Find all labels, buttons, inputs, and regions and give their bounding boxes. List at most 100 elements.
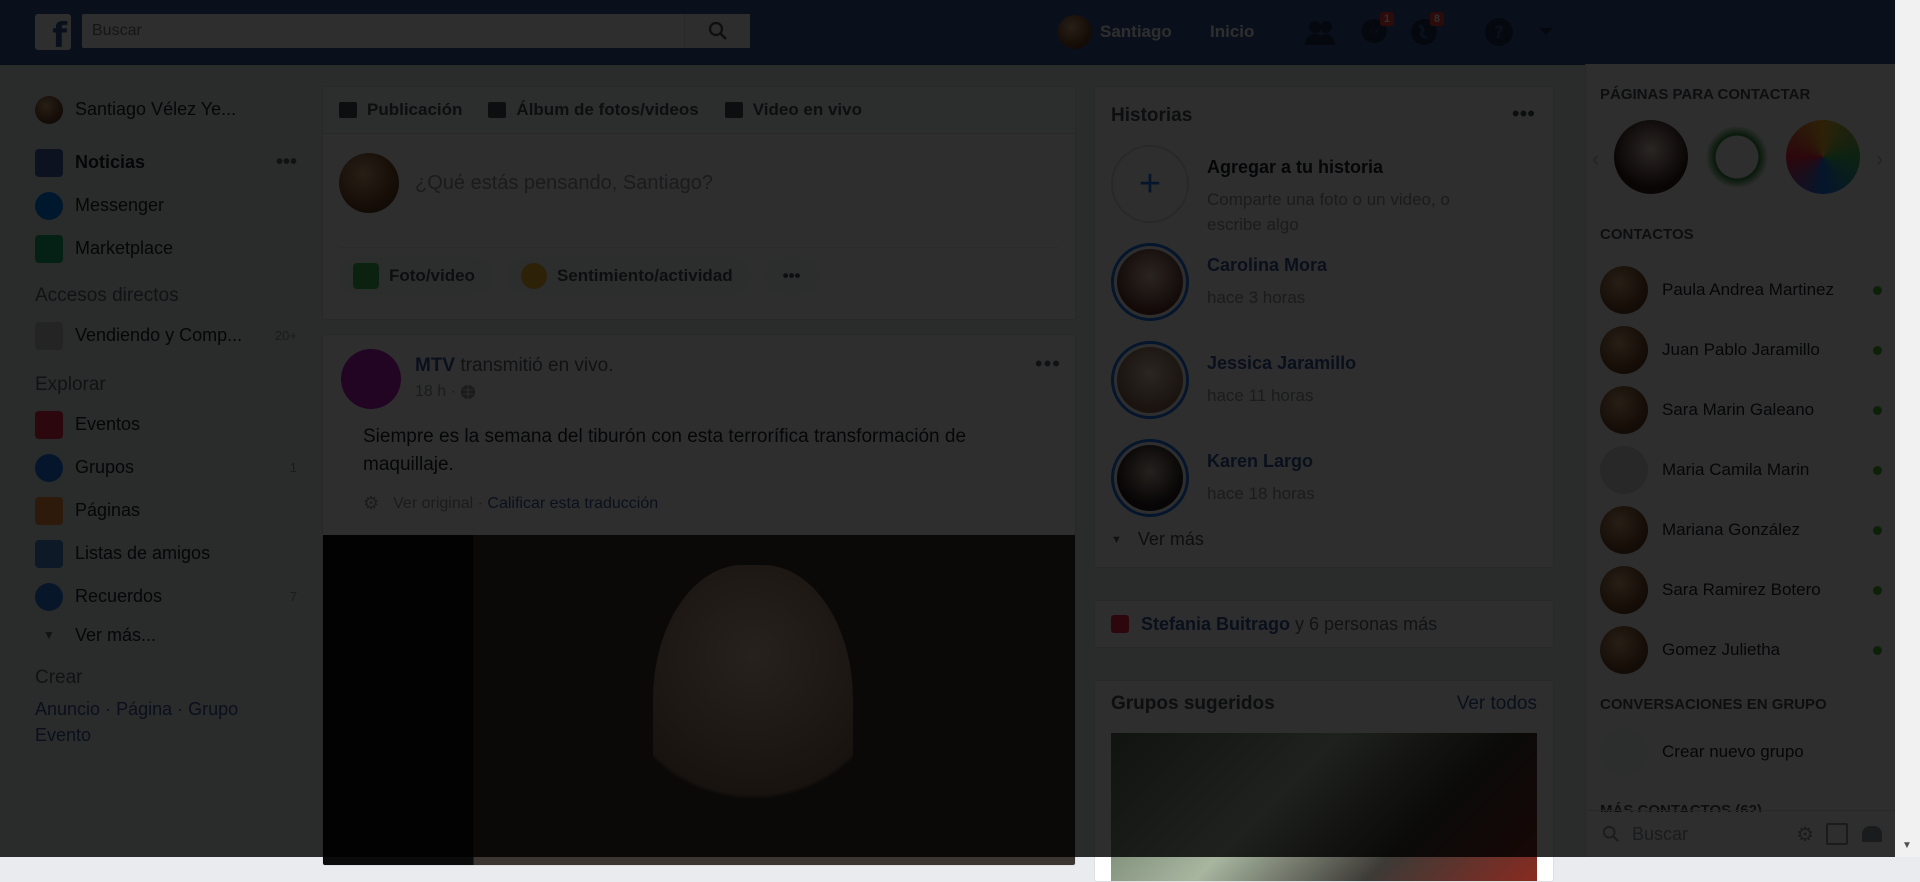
more-options-icon: ••• — [782, 266, 801, 285]
pencil-icon — [339, 102, 357, 118]
create-event-link[interactable]: Evento — [35, 725, 91, 745]
video-camera-icon — [724, 102, 743, 118]
create-ad-link[interactable]: Anuncio — [35, 699, 100, 719]
top-navigation-bar: f Santiago Inicio 1 8 ? — [0, 0, 1895, 65]
page-avatar[interactable] — [1700, 120, 1774, 194]
view-original-link[interactable]: Ver original — [393, 495, 473, 513]
gear-icon[interactable]: ⚙ — [363, 493, 379, 514]
rate-translation-link[interactable]: Calificar esta traducción — [487, 495, 658, 513]
sidebar-item-news-feed[interactable]: Noticias ••• — [35, 141, 297, 184]
contact-name: Gomez Julietha — [1662, 640, 1781, 659]
birthdays-card[interactable]: Stefania Buitrago y 6 personas más — [1094, 600, 1554, 648]
page-scrollbar[interactable]: ▼ — [1895, 0, 1920, 857]
story-item[interactable]: Jessica Jaramillo hace 11 horas — [1111, 341, 1531, 429]
help-icon[interactable]: ? — [1483, 16, 1515, 48]
feeling-activity-button[interactable]: Sentimiento/actividad — [506, 257, 751, 295]
profile-link[interactable]: Santiago — [1058, 15, 1172, 49]
sidebar-item-shortcut[interactable]: Vendiendo y Comp... 20+ — [35, 314, 297, 357]
create-group-link[interactable]: Grupo — [188, 699, 238, 719]
create-page-link[interactable]: Página — [116, 699, 172, 719]
chevron-down-icon[interactable] — [1530, 16, 1562, 48]
group-conversations-heading: CONVERSACIONES EN GRUPO — [1600, 696, 1827, 713]
contacts-heading: CONTACTOS — [1600, 226, 1694, 243]
search-icon — [708, 21, 727, 40]
stories-options-button[interactable]: ••• — [1512, 101, 1535, 127]
online-indicator — [1873, 345, 1882, 355]
stories-view-more[interactable]: ▼ Ver más — [1111, 529, 1204, 550]
contact-item[interactable]: Gomez Julietha — [1600, 624, 1890, 676]
see-more-link[interactable]: ▼ Ver más... — [35, 618, 297, 652]
more-options-button[interactable]: ••• — [764, 257, 819, 295]
view-more-label: Ver más — [1137, 529, 1204, 549]
more-options-icon[interactable]: ••• — [276, 151, 297, 174]
story-time: hace 18 horas — [1207, 484, 1315, 503]
post-composer: Publicación Álbum de fotos/videos Video … — [322, 86, 1076, 320]
search-button[interactable] — [684, 14, 750, 48]
post-author-link[interactable]: MTV — [415, 355, 455, 376]
contact-item[interactable]: Juan Pablo Jaramillo — [1600, 324, 1890, 376]
birthday-name[interactable]: Stefania Buitrago — [1141, 614, 1290, 635]
page-avatar[interactable] — [341, 349, 401, 409]
avatar — [1600, 386, 1648, 434]
create-group-button[interactable]: Crear nuevo grupo — [1600, 726, 1890, 778]
tab-live-video[interactable]: Video en vivo — [724, 100, 862, 120]
timestamp-text: 18 h · — [415, 383, 456, 400]
chevron-left-icon[interactable]: ‹ — [1592, 146, 1599, 172]
tab-post[interactable]: Publicación — [339, 100, 462, 120]
explore-heading: Explorar — [35, 374, 106, 395]
facebook-logo[interactable]: f — [35, 14, 71, 50]
story-ring — [1111, 243, 1189, 321]
home-link[interactable]: Inicio — [1210, 22, 1254, 42]
group-cover-image[interactable] — [1111, 733, 1537, 881]
compose-icon[interactable] — [1826, 823, 1848, 845]
composer-actions: Foto/video Sentimiento/actividad ••• — [339, 247, 1059, 304]
gear-icon[interactable]: ⚙ — [1796, 822, 1814, 847]
post-timestamp[interactable]: 18 h · — [415, 383, 476, 401]
page-avatar[interactable] — [1614, 120, 1688, 194]
add-story[interactable]: + Agregar a tu historia Comparte una fot… — [1111, 145, 1531, 234]
contact-item[interactable]: Sara Marin Galeano — [1600, 384, 1890, 436]
contact-item[interactable]: Mariana González — [1600, 504, 1890, 556]
page-avatar[interactable] — [1786, 120, 1860, 194]
clock-icon — [35, 582, 63, 611]
gift-icon — [1111, 615, 1129, 633]
create-group-label: Crear nuevo grupo — [1662, 742, 1804, 761]
sidebar-item-events[interactable]: Eventos — [35, 403, 297, 446]
post-options-button[interactable]: ••• — [1035, 351, 1061, 377]
live-video-player[interactable] — [323, 535, 1075, 865]
friend-requests-icon[interactable] — [1304, 16, 1336, 48]
sidebar-item-memories[interactable]: Recuerdos 7 — [35, 575, 297, 618]
sidebar-item-friend-lists[interactable]: Listas de amigos — [35, 532, 297, 575]
sidebar-item-pages[interactable]: Páginas — [35, 489, 297, 532]
see-all-link[interactable]: Ver todos — [1457, 693, 1537, 715]
search-input[interactable] — [82, 14, 702, 48]
sidebar-item-groups[interactable]: Grupos 1 — [35, 446, 297, 489]
tab-photo-album[interactable]: Álbum de fotos/videos — [488, 100, 699, 120]
search-icon — [1602, 825, 1619, 842]
story-item[interactable]: Karen Largo hace 18 horas — [1111, 439, 1531, 527]
tab-label: Publicación — [367, 100, 463, 119]
sidebar-item-label: Eventos — [75, 414, 141, 434]
contact-item[interactable]: Paula Andrea Martinez — [1600, 264, 1890, 316]
sidebar-item-marketplace[interactable]: Marketplace — [35, 227, 297, 270]
avatar — [1600, 626, 1648, 674]
chevron-right-icon[interactable]: › — [1876, 146, 1883, 172]
separator: · — [473, 494, 488, 512]
sidebar-item-messenger[interactable]: Messenger — [35, 184, 297, 227]
photo-video-button[interactable]: Foto/video — [339, 257, 493, 295]
contact-item[interactable]: Sara Ramirez Botero — [1600, 564, 1890, 616]
sidebar-item-label: Vendiendo y Comp... — [75, 325, 243, 345]
sidebar-item-profile[interactable]: Santiago Vélez Ye... — [35, 88, 297, 131]
scroll-down-arrow[interactable]: ▼ — [1902, 840, 1912, 851]
contact-item[interactable]: Maria Camila Marin — [1600, 444, 1890, 496]
composer-input-row[interactable]: ¿Qué estás pensando, Santiago? — [339, 153, 1059, 213]
group-chat-icon[interactable] — [1862, 826, 1882, 842]
pages-to-contact-heading: PÁGINAS PARA CONTACTAR — [1600, 86, 1811, 103]
chat-search-input[interactable]: Buscar — [1632, 824, 1688, 845]
story-item[interactable]: Carolina Mora hace 3 horas — [1111, 243, 1531, 331]
composer-input[interactable]: ¿Qué estás pensando, Santiago? — [415, 172, 713, 195]
notifications-icon[interactable]: 8 — [1408, 12, 1444, 48]
news-feed-icon — [35, 148, 63, 177]
create-heading: Crear — [35, 667, 83, 688]
messenger-icon[interactable]: 1 — [1358, 12, 1394, 48]
